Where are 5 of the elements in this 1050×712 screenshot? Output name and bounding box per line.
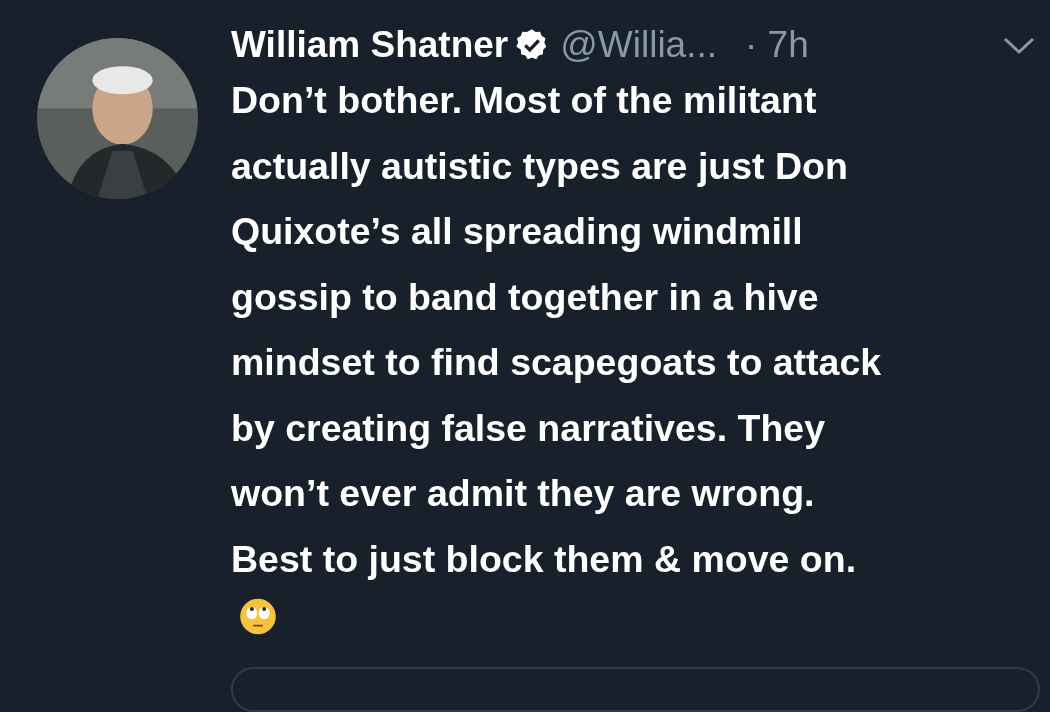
tweet-text: Don’t bother. Most of the militant actually autistic types are just Don Quixote’s all spreading windmill gossip to band together in a hive mindset to find scapegoats to attack by creating false narratives. They won’t ever admit they are wrong. Best to just block them & move on. (231, 78, 883, 582)
author-handle[interactable]: @Willia... (560, 24, 717, 66)
author-name[interactable]: William Shatner (231, 24, 509, 66)
chevron-down-icon[interactable] (1002, 35, 1036, 55)
tweet-time: · 7h (745, 24, 809, 66)
